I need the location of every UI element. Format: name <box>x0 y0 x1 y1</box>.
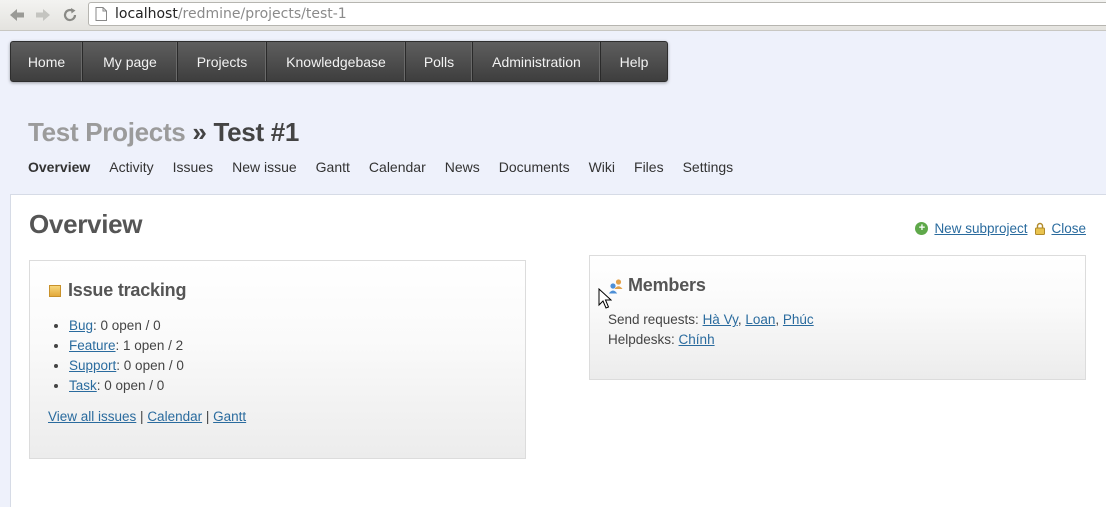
tracker-stats: : 0 open / 0 <box>116 358 184 373</box>
tab-overview[interactable]: Overview <box>28 159 90 175</box>
members-box: Members Send requests: Hà Vy, Loan, Phúc… <box>589 255 1086 380</box>
parent-project-link[interactable]: Test Projects <box>28 117 186 147</box>
current-project-name: Test #1 <box>213 117 300 147</box>
gantt-link[interactable]: Gantt <box>213 409 246 424</box>
tab-wiki[interactable]: Wiki <box>589 159 615 175</box>
url-host: localhost <box>115 6 178 22</box>
member-link[interactable]: Hà Vy <box>703 312 738 327</box>
url-path: /redmine/projects/test-1 <box>177 6 347 22</box>
page-heading: Overview <box>29 209 143 239</box>
page-icon <box>95 7 107 21</box>
tracker-stats: : 0 open / 0 <box>93 318 161 333</box>
new-subproject-link[interactable]: New subproject <box>934 221 1027 236</box>
member-link[interactable]: Phúc <box>783 312 814 327</box>
tab-news[interactable]: News <box>445 159 480 175</box>
tracker-list: Bug: 0 open / 0 Feature: 1 open / 2 Supp… <box>69 316 184 396</box>
list-item: Bug: 0 open / 0 <box>69 316 184 336</box>
members-title: Members <box>628 275 706 295</box>
issue-icon <box>49 284 61 297</box>
member-link[interactable]: Chính <box>679 332 715 347</box>
tab-settings[interactable]: Settings <box>683 159 734 175</box>
issue-tracking-title: Issue tracking <box>68 280 187 300</box>
link-separator: | <box>202 409 214 424</box>
issue-tracking-heading: Issue tracking <box>49 280 186 301</box>
tab-issues[interactable]: Issues <box>173 159 213 175</box>
forward-icon[interactable] <box>34 6 52 24</box>
tracker-link-bug[interactable]: Bug <box>69 318 93 333</box>
tracker-stats: : 0 open / 0 <box>96 378 165 393</box>
reload-icon[interactable] <box>61 6 79 24</box>
add-icon: + <box>915 222 929 235</box>
menu-projects[interactable]: Projects <box>178 42 267 81</box>
breadcrumb-separator: » <box>185 117 214 147</box>
link-separator: | <box>136 409 148 424</box>
menu-administration[interactable]: Administration <box>473 42 601 81</box>
tab-documents[interactable]: Documents <box>499 159 570 175</box>
list-item: Feature: 1 open / 2 <box>69 336 184 356</box>
calendar-link[interactable]: Calendar <box>147 409 202 424</box>
issue-tracking-box: Issue tracking Bug: 0 open / 0 Feature: … <box>29 260 526 459</box>
tab-activity[interactable]: Activity <box>109 159 153 175</box>
issue-links: View all issues | Calendar | Gantt <box>48 409 246 424</box>
tab-gantt[interactable]: Gantt <box>316 159 350 175</box>
helpdesks-row: Helpdesks: Chính <box>608 330 814 350</box>
menu-help[interactable]: Help <box>601 42 667 81</box>
list-item: Support: 0 open / 0 <box>69 356 184 376</box>
menu-polls[interactable]: Polls <box>406 42 473 81</box>
tracker-link-support[interactable]: Support <box>69 358 116 373</box>
tab-files[interactable]: Files <box>634 159 664 175</box>
menu-home[interactable]: Home <box>11 42 83 81</box>
view-all-issues-link[interactable]: View all issues <box>48 409 136 424</box>
tracker-link-task[interactable]: Task <box>69 378 97 393</box>
address-bar[interactable]: localhost/redmine/projects/test-1 <box>88 2 1106 26</box>
list-item: Task: 0 open / 0 <box>69 376 184 396</box>
content-area: Overview + New subproject Close Issue tr… <box>10 194 1106 507</box>
mouse-cursor-icon <box>598 288 612 309</box>
send-requests-label: Send requests: <box>608 312 703 327</box>
browser-toolbar: localhost/redmine/projects/test-1 <box>0 0 1106 31</box>
close-project-link[interactable]: Close <box>1051 221 1086 236</box>
project-tabs: Overview Activity Issues New issue Gantt… <box>28 159 733 175</box>
tracker-stats: : 1 open / 2 <box>115 338 184 353</box>
members-heading: Members <box>608 275 706 296</box>
tracker-link-feature[interactable]: Feature <box>69 338 116 353</box>
tab-calendar[interactable]: Calendar <box>369 159 426 175</box>
comma: , <box>775 312 783 327</box>
helpdesks-label: Helpdesks: <box>608 332 679 347</box>
back-icon[interactable] <box>8 6 26 24</box>
project-title: Test Projects » Test #1 <box>28 117 299 148</box>
menu-knowledgebase[interactable]: Knowledgebase <box>267 42 406 81</box>
member-link[interactable]: Loan <box>745 312 775 327</box>
tab-new-issue[interactable]: New issue <box>232 159 297 175</box>
top-menu: Home My page Projects Knowledgebase Poll… <box>10 41 668 82</box>
contextual-actions: + New subproject Close <box>915 221 1086 236</box>
lock-icon <box>1035 222 1046 235</box>
members-list: Send requests: Hà Vy, Loan, Phúc Helpdes… <box>608 310 814 350</box>
send-requests-row: Send requests: Hà Vy, Loan, Phúc <box>608 310 814 330</box>
menu-my-page[interactable]: My page <box>83 42 178 81</box>
